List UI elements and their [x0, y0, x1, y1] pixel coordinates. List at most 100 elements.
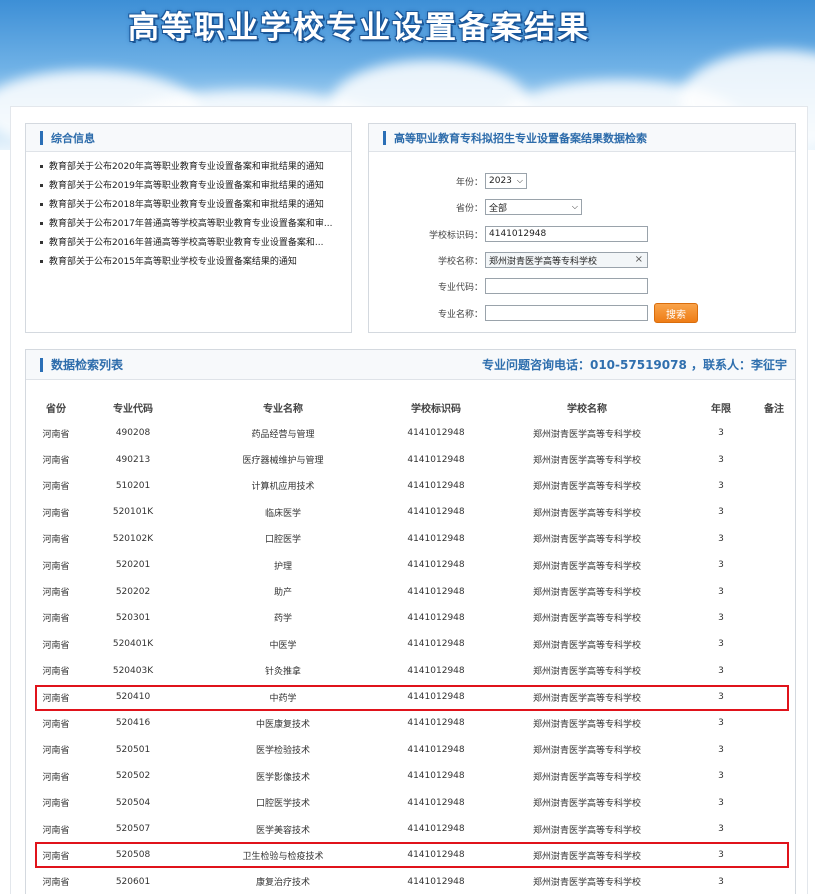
clear-icon[interactable]: ×	[635, 254, 643, 265]
news-link[interactable]: 教育部关于公布2018年高等职业教育专业设置备案和审批结果的通知	[40, 196, 348, 215]
table-cell: 3	[718, 876, 724, 887]
table-cell: 4141012948	[407, 692, 465, 703]
table-cell: 河南省	[42, 640, 70, 651]
table-cell: 郑州澍青医学高等专科学校	[532, 561, 641, 572]
column-header: 省份	[46, 403, 66, 415]
table-cell: 卫生检验与检疫技术	[242, 851, 324, 862]
title-bar-icon	[40, 357, 43, 372]
table-cell: 4141012948	[407, 507, 465, 518]
year-row: 年份： 2023 ⌵	[369, 172, 527, 190]
column-header: 学校标识码	[411, 403, 461, 415]
year-label: 年份：	[455, 177, 483, 188]
column-header: 年限	[711, 403, 731, 415]
news-link[interactable]: 教育部关于公布2017年普通高等学校高等职业教育专业设置备案和审...	[40, 215, 348, 234]
major-name-input[interactable]	[485, 305, 648, 321]
list-panel: 数据检索列表 专业问题咨询电话：010-57519078 ，联系人：李征宇 省份…	[25, 349, 796, 894]
info-panel-title: 综合信息	[51, 131, 95, 145]
table-cell	[754, 869, 794, 894]
year-select[interactable]: 2023 ⌵	[485, 173, 527, 189]
news-link[interactable]: 教育部关于公布2016年普通高等学校高等职业教育专业设置备案和...	[40, 234, 348, 253]
news-link[interactable]: 教育部关于公布2019年高等职业教育专业设置备案和审批结果的通知	[40, 177, 348, 196]
school-name-input[interactable]: 郑州澍青医学高等专科学校 ×	[485, 252, 648, 268]
table-cell: 490208	[115, 428, 151, 439]
table-row: 河南省 520301 药学 4141012948 郑州澍青医学高等专科学校 3	[26, 605, 794, 631]
table-cell: 郑州澍青医学高等专科学校	[532, 640, 641, 651]
table-cell: 医疗器械维护与管理	[242, 456, 324, 467]
table-cell: 520403K	[112, 665, 154, 676]
info-panel: 综合信息 教育部关于公布2020年高等职业教育专业设置备案和审批结果的通知 教育…	[25, 123, 352, 333]
table-row: 河南省 520101K 临床医学 4141012948 郑州澍青医学高等专科学校 3	[26, 499, 794, 525]
table-cell	[754, 684, 794, 710]
table-cell: 护理	[273, 561, 292, 572]
search-panel-title: 高等职业教育专科拟招生专业设置备案结果数据检索	[394, 131, 647, 145]
table-row: 河南省 520202 助产 4141012948 郑州澍青医学高等专科学校 3	[26, 578, 794, 604]
table-cell	[754, 631, 794, 657]
site-title: 高等职业学校专业设置备案结果	[128, 10, 590, 46]
table-cell: 520601	[115, 876, 151, 887]
table-cell: 河南省	[42, 878, 70, 889]
table-cell: 3	[718, 824, 724, 835]
main-content: 综合信息 教育部关于公布2020年高等职业教育专业设置备案和审批结果的通知 教育…	[10, 106, 808, 894]
table-cell	[754, 499, 794, 525]
info-panel-header: 综合信息	[26, 124, 351, 152]
table-row: 河南省 520401K 中医学 4141012948 郑州澍青医学高等专科学校 3	[26, 631, 794, 657]
province-label: 省份：	[455, 203, 483, 214]
table-cell: 3	[718, 507, 724, 518]
table-cell: 口腔医学技术	[255, 799, 310, 810]
table-cell: 郑州澍青医学高等专科学校	[532, 693, 641, 704]
table-cell: 河南省	[42, 456, 70, 467]
table-cell: 4141012948	[407, 480, 465, 491]
table-cell: 520401K	[112, 639, 154, 650]
table-cell: 520416	[115, 718, 151, 729]
major-code-input[interactable]	[485, 278, 648, 294]
search-panel: 高等职业教育专科拟招生专业设置备案结果数据检索 年份： 2023 ⌵ 省份： 全部…	[368, 123, 796, 333]
table-cell: 药学	[273, 614, 292, 625]
table-cell: 郑州澍青医学高等专科学校	[532, 719, 641, 730]
table-cell	[754, 552, 794, 578]
table-cell: 4141012948	[407, 639, 465, 650]
bullet-icon	[40, 184, 43, 187]
results-table: 省份 专业代码 专业名称 学校标识码 学校名称 年限 备注 河南省 490208 药…	[26, 394, 794, 894]
table-cell: 河南省	[42, 614, 70, 625]
table-cell: 4141012948	[407, 533, 465, 544]
column-header: 专业代码	[113, 403, 153, 415]
table-cell	[754, 658, 794, 684]
table-cell: 郑州澍青医学高等专科学校	[532, 535, 641, 546]
bullet-icon	[40, 203, 43, 206]
list-panel-title: 数据检索列表	[51, 358, 124, 372]
school-id-label: 学校标识码：	[428, 230, 483, 241]
table-cell	[754, 737, 794, 763]
province-select[interactable]: 全部 ⌵	[485, 199, 582, 215]
table-cell: 医学影像技术	[255, 772, 310, 783]
table-cell: 3	[718, 612, 724, 623]
major-name-row: 专业名称： 搜索	[369, 303, 698, 323]
table-cell: 4141012948	[407, 876, 465, 887]
table-cell: 3	[718, 850, 724, 861]
major-code-label: 专业代码：	[437, 282, 483, 293]
table-cell: 针灸推拿	[264, 667, 301, 678]
table-cell	[754, 446, 794, 472]
table-cell	[754, 710, 794, 736]
table-cell: 郑州澍青医学高等专科学校	[532, 799, 641, 810]
school-id-input[interactable]: 4141012948	[485, 226, 648, 242]
table-cell: 河南省	[42, 799, 70, 810]
table-row: 河南省 520403K 针灸推拿 4141012948 郑州澍青医学高等专科学校 3	[26, 658, 794, 684]
table-cell: 河南省	[42, 851, 70, 862]
news-link[interactable]: 教育部关于公布2020年高等职业教育专业设置备案和审批结果的通知	[40, 158, 348, 177]
search-button[interactable]: 搜索	[654, 303, 698, 323]
table-cell: 4141012948	[407, 797, 465, 808]
table-cell: 520202	[115, 586, 151, 597]
table-row: 河南省 520201 护理 4141012948 郑州澍青医学高等专科学校 3	[26, 552, 794, 578]
table-cell: 3	[718, 533, 724, 544]
table-cell: 4141012948	[407, 744, 465, 755]
table-cell: 河南省	[42, 772, 70, 783]
table-row: 河南省 520502 医学影像技术 4141012948 郑州澍青医学高等专科学校 3	[26, 763, 794, 789]
table-cell: 临床医学	[264, 508, 301, 519]
table-cell: 3	[718, 665, 724, 676]
table-cell: 4141012948	[407, 665, 465, 676]
table-cell: 河南省	[42, 508, 70, 519]
table-cell: 郑州澍青医学高等专科学校	[532, 746, 641, 757]
table-cell: 河南省	[42, 693, 70, 704]
news-link[interactable]: 教育部关于公布2015年高等职业学校专业设置备案结果的通知	[40, 253, 348, 272]
table-row: 河南省 520102K 口腔医学 4141012948 郑州澍青医学高等专科学校 3	[26, 526, 794, 552]
